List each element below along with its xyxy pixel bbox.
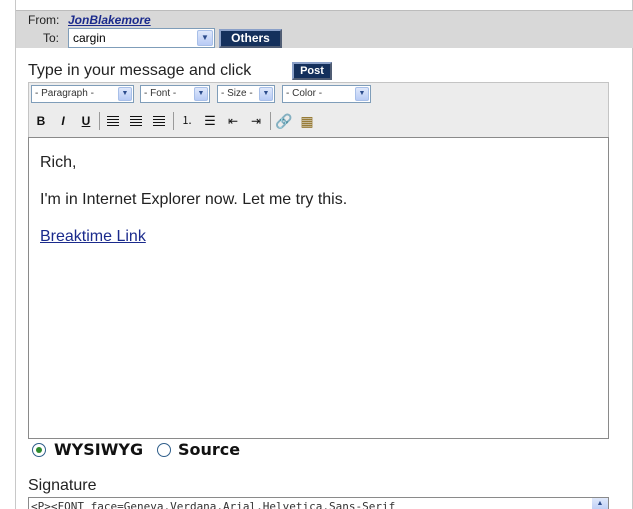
outdent-icon[interactable]: ⇤	[223, 110, 243, 132]
chevron-down-icon[interactable]: ▼	[118, 87, 132, 101]
source-label[interactable]: Source	[178, 440, 240, 459]
left-border	[15, 0, 16, 509]
paragraph-select-value: - Paragraph -	[35, 88, 94, 99]
scroll-up-icon[interactable]: ▲	[592, 498, 608, 509]
recipient-select[interactable]: cargin ▼	[68, 28, 215, 48]
size-select-value: - Size -	[221, 88, 253, 99]
unordered-list-icon[interactable]: ☰	[200, 110, 220, 132]
color-select[interactable]: - Color - ▼	[282, 85, 371, 103]
message-header: From: JonBlakemore To: cargin ▼ Others	[16, 10, 633, 48]
others-button[interactable]: Others	[219, 29, 282, 48]
toolbar-separator	[99, 112, 100, 130]
align-right-icon[interactable]	[149, 110, 169, 132]
indent-icon[interactable]: ⇥	[246, 110, 266, 132]
paragraph-select[interactable]: - Paragraph - ▼	[31, 85, 134, 103]
font-select[interactable]: - Font - ▼	[140, 85, 210, 103]
insert-table-icon[interactable]: ▦	[297, 110, 317, 132]
compose-instruction: Type in your message and click	[28, 62, 252, 79]
align-center-icon[interactable]	[126, 110, 146, 132]
toolbar-separator	[173, 112, 174, 130]
signature-label: Signature	[28, 477, 97, 494]
signature-value: <P><FONT face=Geneva,Verdana,Arial,Helve…	[31, 500, 396, 509]
signature-textarea[interactable]: <P><FONT face=Geneva,Verdana,Arial,Helve…	[28, 497, 609, 509]
from-label: From:	[28, 13, 60, 27]
recipient-value: cargin	[73, 31, 106, 45]
wysiwyg-radio[interactable]	[32, 443, 46, 457]
editor-toolbar: - Paragraph - ▼ - Font - ▼ - Size - ▼ - …	[28, 82, 609, 137]
editor-greeting: Rich,	[40, 154, 77, 171]
chevron-down-icon[interactable]: ▼	[197, 30, 213, 46]
size-select[interactable]: - Size - ▼	[217, 85, 275, 103]
toolbar-separator	[270, 112, 271, 130]
from-user-link[interactable]: JonBlakemore	[68, 13, 151, 27]
underline-button[interactable]: U	[76, 110, 96, 132]
ordered-list-icon[interactable]: ⒈	[177, 110, 197, 132]
to-label: To:	[43, 31, 60, 45]
message-editor[interactable]: Rich, I'm in Internet Explorer now. Let …	[28, 137, 609, 439]
chevron-down-icon[interactable]: ▼	[259, 87, 273, 101]
source-radio[interactable]	[157, 443, 171, 457]
color-select-value: - Color -	[286, 88, 323, 99]
post-button[interactable]: Post	[292, 62, 332, 80]
bold-button[interactable]: B	[31, 110, 51, 132]
insert-link-icon[interactable]: 🔗	[274, 110, 294, 132]
italic-button[interactable]: I	[53, 110, 73, 132]
breaktime-link[interactable]: Breaktime Link	[40, 228, 146, 246]
wysiwyg-label[interactable]: WYSIWYG	[54, 440, 143, 459]
chevron-down-icon[interactable]: ▼	[355, 87, 369, 101]
font-select-value: - Font -	[144, 88, 177, 99]
editor-body-line: I'm in Internet Explorer now. Let me try…	[40, 191, 348, 208]
chevron-down-icon[interactable]: ▼	[194, 87, 208, 101]
align-left-icon[interactable]	[103, 110, 123, 132]
